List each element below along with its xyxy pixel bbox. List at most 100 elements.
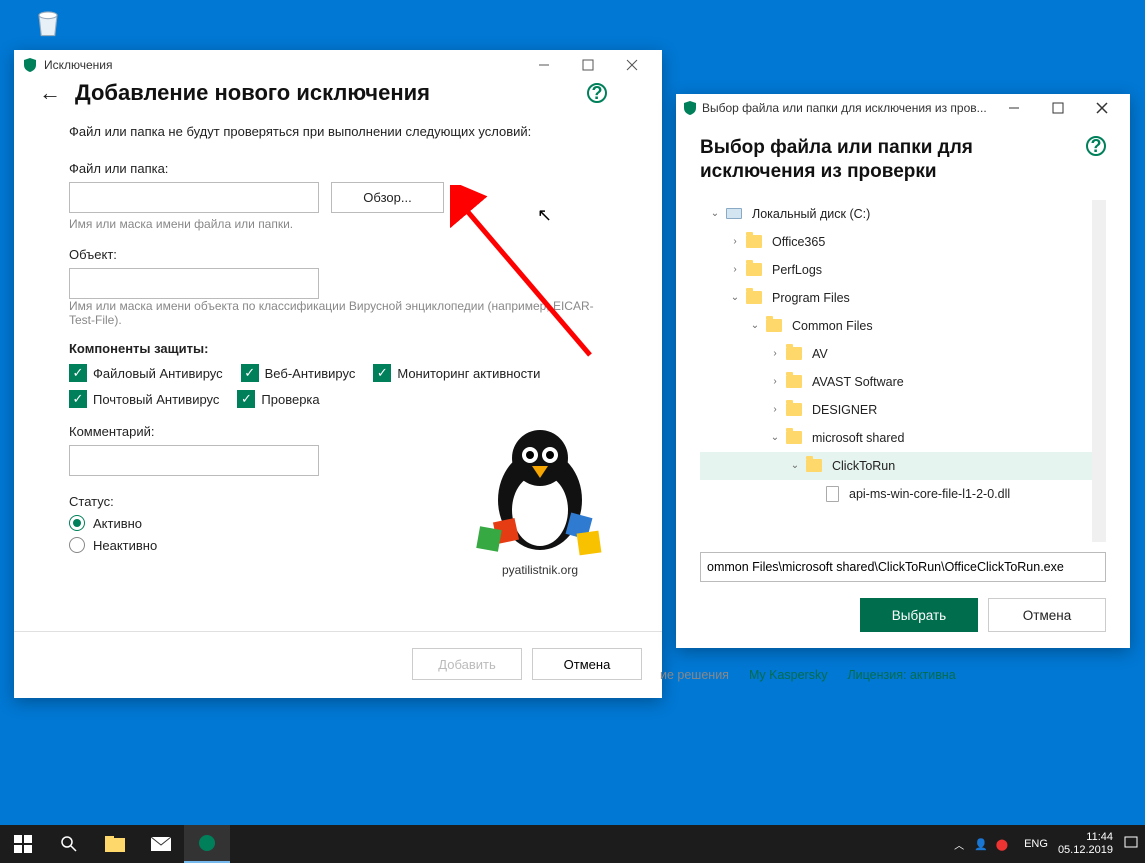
check-monitoring[interactable]: ✓Мониторинг активности — [373, 364, 540, 382]
folder-icon — [786, 347, 802, 360]
tree-row[interactable]: › Office365 — [700, 228, 1092, 256]
object-input[interactable] — [69, 268, 319, 299]
object-hint: Имя или маска имени объекта по классифик… — [69, 299, 607, 327]
window-title: Выбор файла или папки для исключения из … — [702, 101, 992, 115]
chevron-down-icon: ⌄ — [770, 432, 780, 443]
help-icon[interactable]: ? — [1086, 136, 1106, 156]
cancel-button[interactable]: Отмена — [532, 648, 642, 680]
clock[interactable]: 11:44 05.12.2019 — [1058, 831, 1113, 857]
check-file-antivirus[interactable]: ✓Файловый Антивирус — [69, 364, 223, 382]
shield-icon — [22, 57, 38, 73]
start-button[interactable] — [0, 825, 46, 863]
folder-icon — [786, 375, 802, 388]
check-web-antivirus[interactable]: ✓Веб-Антивирус — [241, 364, 356, 382]
folder-icon — [766, 319, 782, 332]
tree-row[interactable]: ⌄ Program Files — [700, 284, 1092, 312]
tray-people-icon[interactable]: 👤 — [974, 838, 988, 851]
checkbox-icon: ✓ — [69, 390, 87, 408]
chevron-down-icon: ⌄ — [730, 292, 740, 303]
search-button[interactable] — [46, 825, 92, 863]
tree-label: Common Files — [792, 319, 873, 333]
chevron-right-icon: › — [770, 348, 780, 359]
browse-button[interactable]: Обзор... — [331, 182, 444, 213]
checkbox-icon: ✓ — [241, 364, 259, 382]
tray-alert-icon[interactable]: ⬤ — [996, 838, 1008, 851]
chevron-right-icon: › — [730, 264, 740, 275]
file-input[interactable] — [69, 182, 319, 213]
file-explorer-button[interactable] — [92, 825, 138, 863]
tree-label: api-ms-win-core-file-l1-2-0.dll — [849, 487, 1010, 501]
help-icon[interactable]: ? — [587, 83, 607, 103]
tree-label: AV — [812, 347, 828, 361]
select-button[interactable]: Выбрать — [860, 598, 978, 632]
titlebar[interactable]: Выбор файла или папки для исключения из … — [676, 94, 1130, 122]
window-title: Исключения — [44, 58, 113, 72]
add-button[interactable]: Добавить — [412, 648, 522, 680]
tray-chevron-icon[interactable]: ︿ — [954, 837, 964, 852]
folder-icon — [786, 431, 802, 444]
page-title: Выбор файла или папки для исключения из … — [700, 136, 1076, 184]
tree-row[interactable]: ⌄Common Files — [700, 312, 1092, 340]
recycle-bin-icon[interactable] — [28, 2, 68, 42]
folder-icon — [786, 403, 802, 416]
radio-icon — [69, 537, 85, 553]
minimize-button[interactable] — [992, 94, 1036, 122]
tree-label: AVAST Software — [812, 375, 904, 389]
my-kaspersky-link[interactable]: My Kaspersky — [749, 668, 828, 682]
tree-row[interactable]: ⌄ microsoft shared — [700, 424, 1092, 452]
file-label: Файл или папка: — [69, 161, 607, 176]
tree-row[interactable]: › AV — [700, 340, 1092, 368]
tree-label: DESIGNER — [812, 403, 877, 417]
cursor-icon: ↖ — [537, 205, 552, 226]
maximize-button[interactable] — [566, 51, 610, 79]
titlebar[interactable]: Исключения — [14, 50, 662, 80]
maximize-button[interactable] — [1036, 94, 1080, 122]
file-browser-window: Выбор файла или папки для исключения из … — [676, 94, 1130, 648]
notifications-button[interactable] — [1123, 835, 1139, 854]
tree-label: PerfLogs — [772, 263, 822, 277]
tree-label: Program Files — [772, 291, 850, 305]
object-label: Объект: — [69, 247, 607, 262]
tree-row[interactable]: api-ms-win-core-file-l1-2-0.dll — [700, 480, 1092, 508]
tree-label: Office365 — [772, 235, 825, 249]
chevron-down-icon: ⌄ — [790, 460, 800, 471]
chevron-right-icon: › — [730, 236, 740, 247]
exclusion-window: Исключения ← Добавление нового исключени… — [14, 50, 662, 698]
page-title: Добавление нового исключения — [75, 80, 573, 106]
tree-row[interactable]: ›DESIGNER — [700, 396, 1092, 424]
folder-icon — [806, 459, 822, 472]
tree-row[interactable]: ⌄ Локальный диск (C:) — [700, 200, 1092, 228]
path-input[interactable] — [700, 552, 1106, 582]
bg-links: ие решения My Kaspersky Лицензия: активн… — [660, 668, 956, 682]
folder-tree[interactable]: ⌄ Локальный диск (C:) › Office365 › PerfLogs ⌄… — [700, 200, 1106, 543]
mail-button[interactable] — [138, 825, 184, 863]
chevron-down-icon: ⌄ — [710, 208, 720, 219]
checkbox-icon: ✓ — [237, 390, 255, 408]
taskbar[interactable]: ︿ 👤 ⬤ ENG 11:44 05.12.2019 — [0, 825, 1145, 863]
tree-label: microsoft shared — [812, 431, 904, 445]
language-indicator[interactable]: ENG — [1024, 838, 1048, 850]
shield-icon — [682, 100, 698, 116]
tree-row[interactable]: › PerfLogs — [700, 256, 1092, 284]
tree-row[interactable]: ⌄ ClickToRun — [700, 452, 1092, 480]
minimize-button[interactable] — [522, 51, 566, 79]
tree-row[interactable]: ›AVAST Software — [700, 368, 1092, 396]
file-hint: Имя или маска имени файла или папки. — [69, 217, 607, 231]
cancel-button[interactable]: Отмена — [988, 598, 1106, 632]
watermark: pyatilistnik.org — [430, 410, 650, 577]
radio-icon — [69, 515, 85, 531]
components-label: Компоненты защиты: — [69, 341, 607, 356]
close-button[interactable] — [1080, 94, 1124, 122]
check-scan[interactable]: ✓Проверка — [237, 390, 319, 408]
close-button[interactable] — [610, 51, 654, 79]
tree-label: ClickToRun — [832, 459, 895, 473]
back-button[interactable]: ← — [39, 80, 61, 106]
folder-icon — [746, 263, 762, 276]
tree-label: Локальный диск (C:) — [752, 207, 870, 221]
folder-icon — [746, 291, 762, 304]
check-mail-antivirus[interactable]: ✓Почтовый Антивирус — [69, 390, 219, 408]
license-status: Лицензия: активна — [847, 668, 955, 682]
comment-input[interactable] — [69, 445, 319, 476]
kaspersky-button[interactable] — [184, 825, 230, 863]
checkbox-icon: ✓ — [373, 364, 391, 382]
